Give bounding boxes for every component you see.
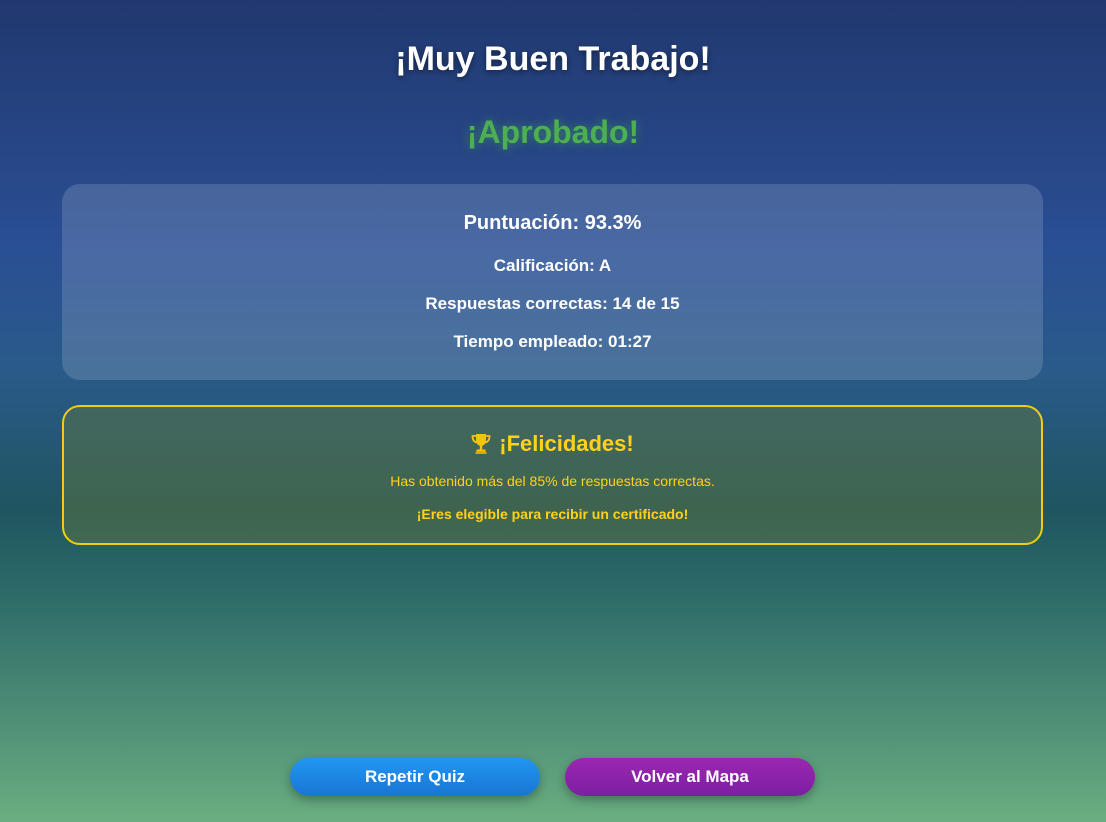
congratulations-title: ¡Felicidades!: [499, 431, 634, 456]
congratulations-card: ¡Felicidades! Has obtenido más del 85% d…: [62, 405, 1043, 545]
quiz-results-screen: ¡Muy Buen Trabajo! ¡Aprobado! Puntuación…: [0, 0, 1106, 822]
correct-answers-text: Respuestas correctas: 14 de 15: [425, 294, 680, 313]
certificate-eligibility: ¡Eres elegible para recibir un certifica…: [416, 506, 689, 522]
congratulations-heading: ¡Felicidades!: [64, 431, 1041, 457]
results-card: Puntuación: 93.3% Calificación: A Respue…: [62, 184, 1043, 380]
time-spent-text: Tiempo empleado: 01:27: [453, 332, 652, 351]
repeat-quiz-button[interactable]: Repetir Quiz: [290, 758, 540, 796]
pass-status: ¡Aprobado!: [466, 114, 640, 150]
page-title: ¡Muy Buen Trabajo!: [395, 40, 711, 78]
back-to-map-button[interactable]: Volver al Mapa: [565, 758, 815, 796]
score-text: Puntuación: 93.3%: [463, 212, 642, 234]
congratulations-message: Has obtenido más del 85% de respuestas c…: [390, 473, 715, 489]
trophy-icon: [471, 433, 491, 455]
grade-text: Calificación: A: [493, 256, 612, 275]
